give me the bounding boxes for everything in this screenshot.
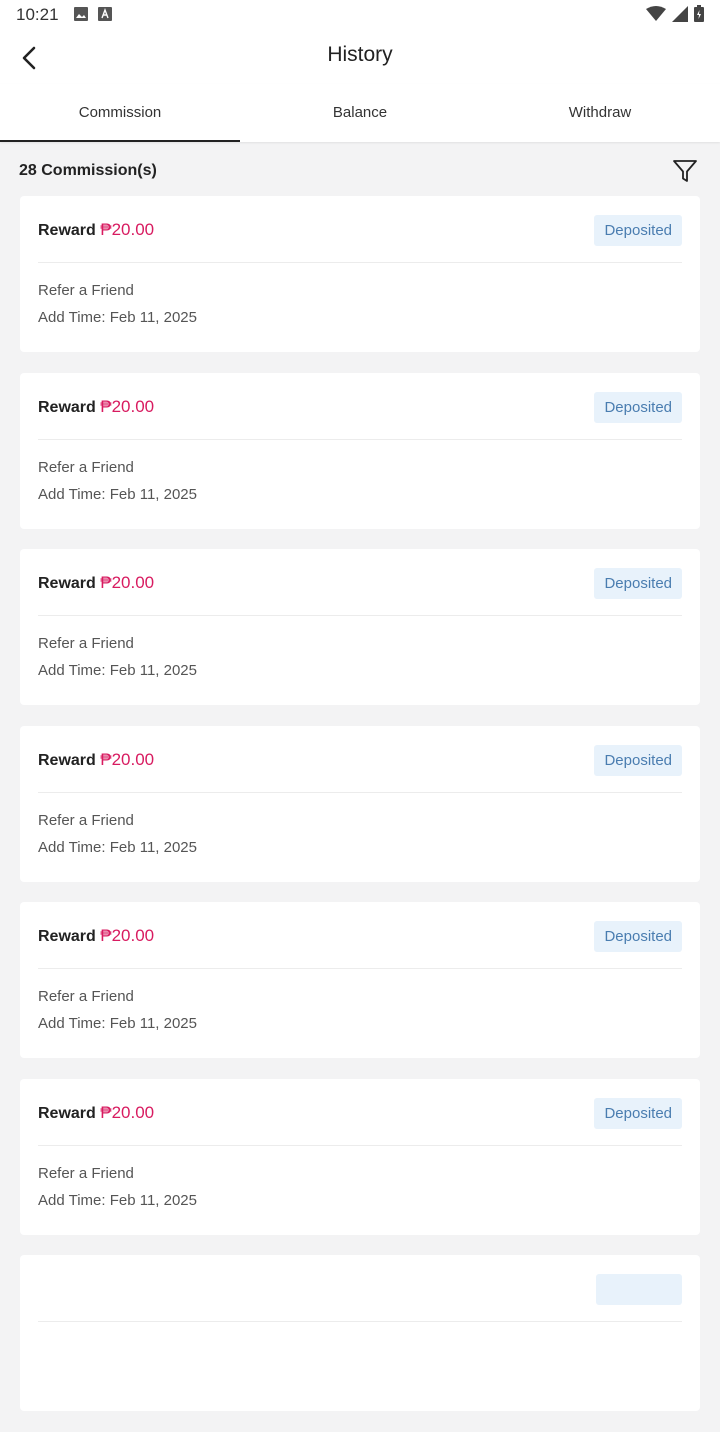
- status-badge: Deposited: [594, 921, 682, 952]
- reward-source: Refer a Friend: [38, 282, 134, 299]
- a-icon: [98, 7, 112, 26]
- list-item[interactable]: Reward ₱20.00 Deposited Refer a Friend A…: [20, 902, 700, 1058]
- page-title: History: [327, 43, 393, 66]
- reward-label: Reward: [38, 1104, 96, 1122]
- list-item[interactable]: Reward ₱20.00 Deposited Refer a Friend A…: [20, 725, 700, 882]
- list-item[interactable]: Reward ₱20.00 Deposited Refer a Friend A…: [20, 549, 700, 705]
- reward-source: Refer a Friend: [38, 811, 134, 829]
- commission-list: Reward ₱20.00 Deposited Refer a Friend A…: [20, 196, 700, 1432]
- status-badge-partial: [596, 1274, 682, 1305]
- tab-withdraw[interactable]: Withdraw: [480, 84, 720, 142]
- add-time: Add Time: Feb 11, 2025: [38, 485, 197, 503]
- list-item[interactable]: Reward ₱20.00 Deposited Refer a Friend A…: [20, 1078, 700, 1235]
- reward-label: Reward: [38, 751, 96, 769]
- wifi-icon: [646, 5, 666, 27]
- status-badge: Deposited: [594, 744, 682, 776]
- reward-label: Reward: [38, 398, 96, 416]
- status-badge: Deposited: [594, 568, 682, 599]
- tab-balance[interactable]: Balance: [240, 84, 480, 142]
- app-bar: History: [0, 30, 720, 84]
- reward-amount: ₱20.00: [100, 926, 155, 945]
- reward-source: Refer a Friend: [38, 1164, 134, 1182]
- list-item-partial[interactable]: [20, 1255, 700, 1411]
- add-time: Add Time: Feb 11, 2025: [38, 1015, 197, 1032]
- status-badge: Deposited: [594, 1097, 682, 1129]
- reward-label: Reward: [38, 575, 96, 592]
- summary-row: 28 Commission(s): [0, 142, 720, 196]
- reward-amount: ₱20.00: [100, 749, 155, 769]
- tab-bar: Commission Balance Withdraw: [0, 84, 720, 142]
- reward-amount: ₱20.00: [100, 1102, 155, 1122]
- list-item[interactable]: Reward ₱20.00 Deposited Refer a Friend A…: [20, 196, 700, 352]
- reward-source: Refer a Friend: [38, 988, 134, 1005]
- reward-label: Reward: [38, 222, 96, 239]
- reward-source: Refer a Friend: [38, 635, 134, 652]
- add-time: Add Time: Feb 11, 2025: [38, 662, 197, 679]
- status-bar: 10:21: [0, 0, 720, 30]
- list-item[interactable]: Reward ₱20.00 Deposited Refer a Friend A…: [20, 372, 700, 529]
- filter-icon[interactable]: [672, 158, 698, 184]
- reward-amount: ₱20.00: [100, 220, 155, 239]
- reward-amount: ₱20.00: [100, 573, 155, 592]
- reward-source: Refer a Friend: [38, 458, 134, 476]
- status-time: 10:21: [16, 5, 59, 24]
- add-time: Add Time: Feb 11, 2025: [38, 1191, 197, 1209]
- commission-count: 28 Commission(s): [19, 162, 157, 179]
- tab-commission[interactable]: Commission: [0, 84, 240, 142]
- status-badge: Deposited: [594, 391, 682, 423]
- reward-amount: ₱20.00: [100, 396, 155, 416]
- signal-icon: [672, 5, 688, 27]
- battery-icon: [694, 5, 704, 27]
- add-time: Add Time: Feb 11, 2025: [38, 838, 197, 856]
- reward-label: Reward: [38, 928, 96, 945]
- add-time: Add Time: Feb 11, 2025: [38, 309, 197, 326]
- status-badge: Deposited: [594, 215, 682, 246]
- image-icon: [74, 7, 88, 26]
